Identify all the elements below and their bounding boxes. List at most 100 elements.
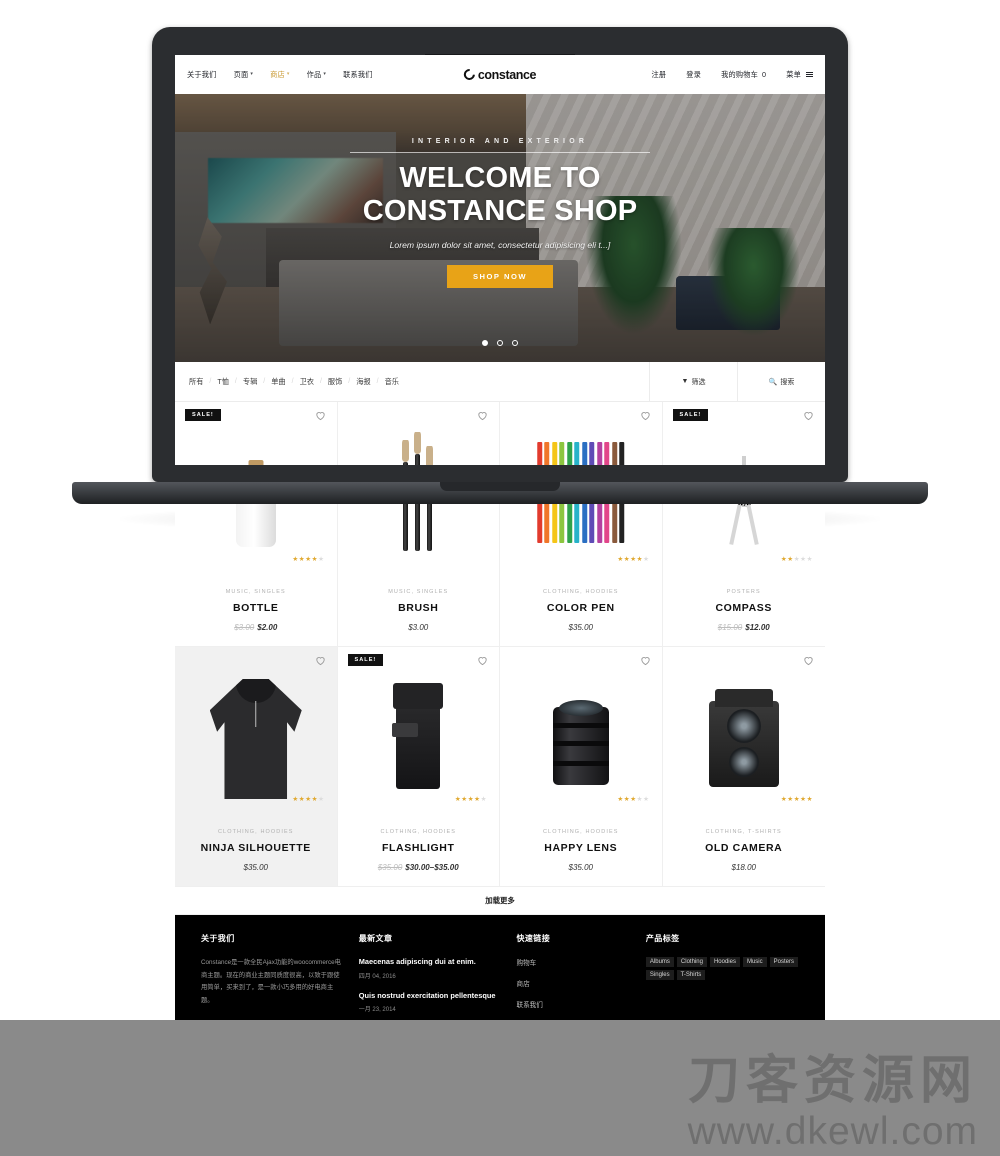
hero-title-line2: CONSTANCE SHOP bbox=[362, 195, 638, 228]
category-filter-6[interactable]: 海报 bbox=[356, 377, 370, 387]
footer-posts-title: 最新文章 bbox=[358, 934, 393, 943]
chevron-down-icon: ▾ bbox=[250, 71, 254, 77]
product-image[interactable] bbox=[175, 428, 337, 465]
category-filter-2[interactable]: 专辑 bbox=[243, 377, 257, 387]
product-category[interactable]: CLOTHING, T-SHIRTS bbox=[663, 829, 826, 835]
product-card[interactable]: SALE!★★★★★POSTERSCOMPASS$15.00$12.00 bbox=[662, 402, 826, 465]
site-logo[interactable]: constance bbox=[461, 66, 537, 83]
menu-toggle[interactable]: 菜单 bbox=[786, 70, 813, 80]
product-name[interactable]: FLASHLIGHT bbox=[338, 842, 500, 854]
product-name[interactable]: BOTTLE bbox=[175, 602, 337, 614]
slider-dots[interactable] bbox=[482, 340, 518, 346]
footer-tag[interactable]: T-Shirts bbox=[676, 970, 706, 980]
footer-tag[interactable]: Posters bbox=[769, 957, 798, 967]
footer-post-title[interactable]: Maecenas adipiscing dui at enim. bbox=[359, 957, 501, 968]
product-card[interactable]: ★★★★★ CLOTHING, HOODIES NINJA SILHOUETTE $3… bbox=[175, 647, 338, 887]
footer-post-title[interactable]: Quis nostrud exercitation pellentesque bbox=[359, 991, 501, 1002]
footer-tag[interactable]: Hoodies bbox=[709, 957, 740, 967]
product-card[interactable]: ★★★★★CLOTHING, HOODIESCOLOR PEN$35.00 bbox=[500, 402, 663, 465]
category-filter-5[interactable]: 服饰 bbox=[328, 377, 342, 387]
nav-item-portfolio[interactable]: 作品 ▾ bbox=[307, 70, 327, 80]
product-card[interactable]: MUSIC, SINGLESBRUSH$3.00 bbox=[337, 504, 500, 647]
footer-post[interactable]: Quis nostrud exercitation pellentesque 一月… bbox=[359, 991, 501, 1014]
product-category[interactable]: MUSIC, SINGLES bbox=[338, 589, 500, 595]
product-image[interactable] bbox=[500, 504, 662, 561]
watermark-url: www.dkewl.com bbox=[687, 1110, 978, 1153]
wishlist-heart-icon[interactable] bbox=[640, 653, 651, 666]
wishlist-heart-icon[interactable] bbox=[640, 408, 651, 421]
hero-subtitle: Lorem ipsum dolor sit amet, consectetur … bbox=[389, 240, 611, 251]
category-filter-1[interactable]: T恤 bbox=[217, 377, 229, 387]
category-filter-0[interactable]: 所有 bbox=[189, 377, 203, 387]
filter-button[interactable]: ▼ 筛选 bbox=[649, 362, 737, 401]
hero-slider[interactable]: INTERIOR AND EXTERIOR WELCOME TO CONSTAN… bbox=[175, 94, 825, 362]
search-button[interactable]: 🔍 搜索 bbox=[737, 362, 825, 401]
footer-tag[interactable]: Music bbox=[742, 957, 767, 967]
product-card[interactable]: ★★★★★ CLOTHING, HOODIES HAPPY LENS $35.00 bbox=[500, 647, 663, 887]
wishlist-heart-icon[interactable] bbox=[477, 408, 488, 421]
nav-item-pages[interactable]: 页面 ▾ bbox=[234, 70, 254, 80]
product-name[interactable]: COMPASS bbox=[663, 602, 826, 614]
product-name[interactable]: OLD CAMERA bbox=[663, 842, 826, 854]
footer-tag[interactable]: Singles bbox=[645, 970, 674, 980]
slider-dot-1[interactable] bbox=[482, 340, 488, 346]
product-category[interactable]: MUSIC, SINGLES bbox=[175, 589, 337, 595]
product-name[interactable]: HAPPY LENS bbox=[500, 842, 662, 854]
product-price: $35.00 bbox=[568, 623, 593, 632]
footer-link[interactable]: 购物车 bbox=[517, 957, 630, 967]
product-card[interactable]: ★★★★★CLOTHING, HOODIESCOLOR PEN$35.00 bbox=[500, 504, 663, 647]
wishlist-heart-icon[interactable] bbox=[315, 653, 326, 666]
wishlist-heart-icon[interactable] bbox=[803, 408, 814, 421]
slider-dot-2[interactable] bbox=[497, 340, 503, 346]
product-image[interactable] bbox=[663, 673, 826, 801]
register-link[interactable]: 注册 bbox=[652, 70, 667, 80]
product-category[interactable]: CLOTHING, HOODIES bbox=[500, 829, 662, 835]
load-more-button[interactable]: 加载更多 bbox=[175, 887, 825, 915]
nav-item-about[interactable]: 关于我们 bbox=[187, 70, 217, 80]
product-category[interactable]: POSTERS bbox=[663, 589, 826, 595]
product-image[interactable] bbox=[663, 428, 826, 465]
footer-link[interactable]: 商店 bbox=[517, 978, 630, 988]
footer-post-date: 四月 04, 2016 bbox=[358, 973, 396, 980]
product-image[interactable] bbox=[338, 428, 500, 465]
product-image[interactable] bbox=[500, 673, 662, 801]
category-filter-7[interactable]: 音乐 bbox=[385, 377, 399, 387]
product-card[interactable]: SALE!★★★★★MUSIC, SINGLESBOTTLE$3.00$2.00 bbox=[175, 504, 338, 647]
product-card[interactable]: SALE!★★★★★MUSIC, SINGLESBOTTLE$3.00$2.00 bbox=[175, 402, 338, 465]
product-card[interactable]: ★★★★★ CLOTHING, T-SHIRTS OLD CAMERA $18.00 bbox=[662, 647, 826, 887]
product-category[interactable]: CLOTHING, HOODIES bbox=[175, 829, 337, 835]
product-image[interactable] bbox=[338, 673, 500, 801]
slider-dot-3[interactable] bbox=[512, 340, 518, 346]
product-name[interactable]: COLOR PEN bbox=[500, 602, 662, 614]
wishlist-heart-icon[interactable] bbox=[477, 653, 488, 666]
category-filter-3[interactable]: 单曲 bbox=[271, 377, 285, 387]
product-card[interactable]: SALE! ★★★★★ CLOTHING, HOODIES FLASHLIGHT $35… bbox=[337, 647, 500, 887]
product-image[interactable] bbox=[175, 504, 337, 561]
login-link[interactable]: 登录 bbox=[686, 70, 701, 80]
product-image[interactable] bbox=[663, 504, 826, 561]
product-category[interactable]: CLOTHING, HOODIES bbox=[338, 829, 500, 835]
wishlist-heart-icon[interactable] bbox=[803, 653, 814, 666]
product-meta: MUSIC, SINGLES BOTTLE $3.00 $2.00 bbox=[175, 589, 337, 632]
footer-post[interactable]: Maecenas adipiscing dui at enim. 四月 04, 2… bbox=[359, 957, 501, 980]
product-image[interactable] bbox=[175, 673, 337, 801]
product-name[interactable]: BRUSH bbox=[338, 602, 500, 614]
wishlist-heart-icon[interactable] bbox=[315, 408, 326, 421]
nav-item-shop[interactable]: 商店 ▾ bbox=[270, 70, 290, 80]
footer-tag[interactable]: Albums bbox=[645, 957, 674, 967]
product-illustration-camera bbox=[663, 673, 826, 801]
product-category[interactable]: CLOTHING, HOODIES bbox=[500, 589, 662, 595]
product-card[interactable]: SALE!★★★★★POSTERSCOMPASS$15.00$12.00 bbox=[662, 504, 826, 647]
shop-now-button[interactable]: SHOP NOW bbox=[446, 265, 554, 289]
product-illustration-bottle bbox=[175, 428, 337, 465]
nav-item-contact[interactable]: 联系我们 bbox=[343, 70, 373, 80]
hamburger-icon bbox=[806, 71, 813, 78]
product-image[interactable] bbox=[500, 428, 662, 465]
footer-link[interactable]: 联系我们 bbox=[517, 999, 630, 1009]
footer-tag[interactable]: Clothing bbox=[676, 957, 707, 967]
product-name[interactable]: NINJA SILHOUETTE bbox=[175, 842, 337, 854]
category-filter-4[interactable]: 卫衣 bbox=[300, 377, 314, 387]
product-card[interactable]: MUSIC, SINGLESBRUSH$3.00 bbox=[337, 402, 500, 465]
product-image[interactable] bbox=[338, 504, 500, 561]
cart-link[interactable]: 我的购物车 0 bbox=[721, 70, 766, 80]
